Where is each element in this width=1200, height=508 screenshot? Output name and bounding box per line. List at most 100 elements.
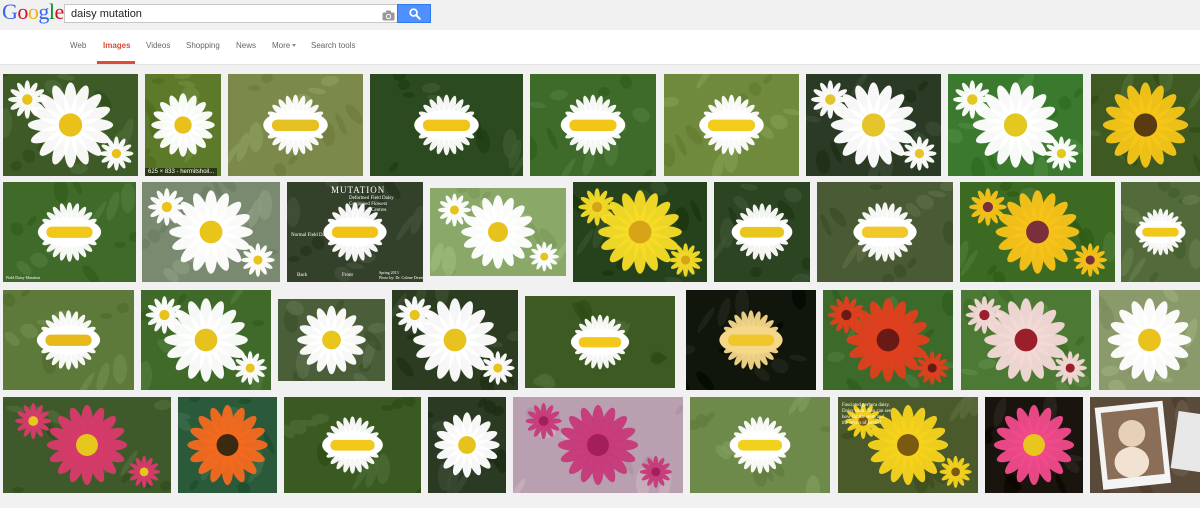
logo-letter: e xyxy=(54,0,65,24)
thumbnail-image xyxy=(985,397,1083,493)
thumbnail-overlay-text: Fasciated gerbera daisy. Daisy stem! You… xyxy=(842,403,892,426)
image-result-thumbnail[interactable] xyxy=(3,397,171,493)
thumbnail-image xyxy=(525,296,675,388)
thumbnail-image xyxy=(1090,397,1200,493)
image-result-thumbnail[interactable] xyxy=(573,182,707,282)
image-result-thumbnail[interactable] xyxy=(141,290,271,390)
image-result-thumbnail[interactable] xyxy=(178,397,277,493)
thumbnail-image xyxy=(1091,74,1200,176)
image-result-thumbnail[interactable] xyxy=(1099,290,1200,390)
search-button[interactable] xyxy=(397,4,431,23)
image-result-thumbnail[interactable] xyxy=(948,74,1083,176)
image-result-thumbnail[interactable] xyxy=(1091,74,1200,176)
flower-mark xyxy=(993,404,1075,486)
flower-mark xyxy=(151,93,215,157)
image-result-thumbnail[interactable] xyxy=(686,290,816,390)
tab-shopping[interactable]: Shopping xyxy=(186,41,220,50)
thumbnail-image xyxy=(1099,290,1200,390)
image-result-thumbnail[interactable] xyxy=(806,74,941,176)
image-result-thumbnail[interactable] xyxy=(430,188,566,276)
thumbnail-image xyxy=(178,397,277,493)
image-result-thumbnail[interactable]: Fasciated gerbera daisy. Daisy stem! You… xyxy=(838,397,978,493)
thumbnail-image xyxy=(948,74,1083,176)
search-box[interactable] xyxy=(64,4,400,23)
image-result-thumbnail[interactable] xyxy=(690,397,830,493)
image-result-thumbnail[interactable] xyxy=(960,182,1115,282)
top-bar: Google xyxy=(0,0,1200,30)
image-result-thumbnail[interactable] xyxy=(228,74,363,176)
flower-mark xyxy=(434,412,500,478)
thumbnail-image xyxy=(3,397,171,493)
image-result-thumbnail[interactable] xyxy=(370,74,523,176)
image-result-thumbnail[interactable]: Field Daisy Mutation xyxy=(3,182,136,282)
image-result-thumbnail[interactable]: 625 × 833 - hermitshoil... xyxy=(145,74,221,176)
thumbnail-image xyxy=(513,397,683,493)
image-result-thumbnail[interactable] xyxy=(1090,397,1200,493)
image-result-thumbnail[interactable] xyxy=(428,397,506,493)
tab-web[interactable]: Web xyxy=(70,41,86,50)
thumbnail-image xyxy=(806,74,941,176)
thumbnail-overlay-text: Spring 2013 Photo by: Dr. Colene Dexter xyxy=(379,270,423,280)
thumbnail-image xyxy=(428,397,506,493)
image-result-thumbnail[interactable] xyxy=(3,290,134,390)
image-result-thumbnail[interactable] xyxy=(513,397,683,493)
thumbnail-image xyxy=(961,290,1091,390)
tab-search-tools[interactable]: Search tools xyxy=(311,41,355,50)
flower-mark xyxy=(46,404,128,486)
thumbnail-image xyxy=(817,182,953,282)
flower-mark xyxy=(557,404,639,486)
image-result-thumbnail[interactable] xyxy=(392,290,518,390)
thumbnail-image xyxy=(142,182,280,282)
image-result-thumbnail[interactable] xyxy=(284,397,421,493)
image-result-thumbnail[interactable] xyxy=(714,182,810,282)
image-result-thumbnail[interactable] xyxy=(525,296,675,388)
image-result-thumbnail[interactable] xyxy=(817,182,953,282)
thumbnail-overlay-text: MUTATION xyxy=(331,185,386,195)
thumbnail-image xyxy=(664,74,799,176)
image-result-thumbnail[interactable] xyxy=(142,182,280,282)
image-size-caption: 625 × 833 - hermitshoil... xyxy=(145,168,218,176)
thumbnail-image xyxy=(392,290,518,390)
thumbnail-image xyxy=(228,74,363,176)
image-result-thumbnail[interactable] xyxy=(664,74,799,176)
tab-videos[interactable]: Videos xyxy=(146,41,170,50)
camera-icon[interactable] xyxy=(382,8,395,21)
thumbnail-image xyxy=(530,74,656,176)
tab-news[interactable]: News xyxy=(236,41,256,50)
thumbnail-image xyxy=(145,74,221,176)
thumbnail-overlay-text: Field Daisy Mutation xyxy=(6,275,41,280)
image-result-thumbnail[interactable] xyxy=(530,74,656,176)
tab-more-label: More xyxy=(272,41,291,50)
thumbnail-overlay-text: Back xyxy=(297,273,308,278)
image-result-thumbnail[interactable] xyxy=(1121,182,1200,282)
tab-images[interactable]: Images xyxy=(103,41,131,50)
flower-mark xyxy=(169,190,253,274)
tab-more[interactable]: More xyxy=(272,41,297,50)
thumbnail-overlay-text: Front xyxy=(342,273,353,278)
logo-letter: g xyxy=(38,0,49,24)
thumbnail-image xyxy=(3,74,138,176)
search-input[interactable] xyxy=(71,6,371,21)
image-result-thumbnail[interactable] xyxy=(278,299,385,381)
thumbnail-overlay-text: Deformed Field Daisy Conjoined Flowers 2… xyxy=(349,196,394,213)
image-result-thumbnail[interactable]: MUTATION Deformed Field Daisy Conjoined F… xyxy=(287,182,423,282)
google-logo[interactable]: Google xyxy=(2,1,64,23)
image-result-thumbnail[interactable] xyxy=(3,74,138,176)
image-result-thumbnail[interactable] xyxy=(985,397,1083,493)
logo-letter: G xyxy=(2,0,18,24)
flower-mark xyxy=(187,404,268,486)
image-results-grid: 625 × 833 - hermitshoil... Field Daisy Mu… xyxy=(0,65,1200,508)
thumbnail-image xyxy=(573,182,707,282)
flower-mark xyxy=(297,305,366,375)
flower-mark xyxy=(1102,82,1189,168)
thumbnail-image xyxy=(3,290,134,390)
chevron-down-icon xyxy=(292,44,297,48)
image-result-thumbnail[interactable] xyxy=(961,290,1091,390)
search-tabs: Web Images Videos Shopping News More Sea… xyxy=(0,30,1200,65)
logo-letter: o xyxy=(27,0,39,24)
search-icon xyxy=(409,8,421,20)
thumbnail-image xyxy=(714,182,810,282)
thumbnail-image xyxy=(690,397,830,493)
image-result-thumbnail[interactable] xyxy=(823,290,953,390)
thumbnail-image xyxy=(823,290,953,390)
